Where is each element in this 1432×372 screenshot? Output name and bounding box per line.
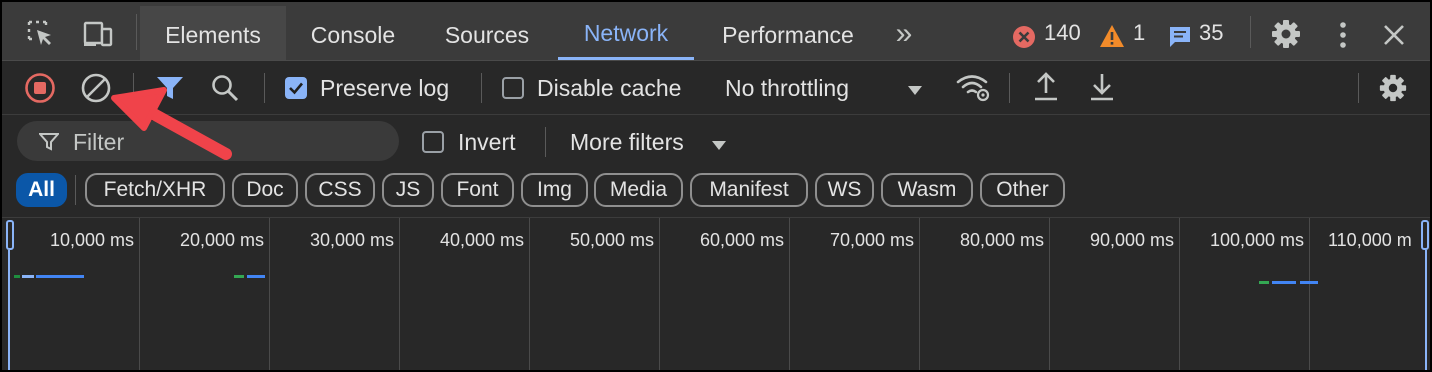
devtools-window: Elements Console Sources Network Perform… — [0, 0, 1432, 372]
annotation-arrow — [111, 87, 232, 160]
